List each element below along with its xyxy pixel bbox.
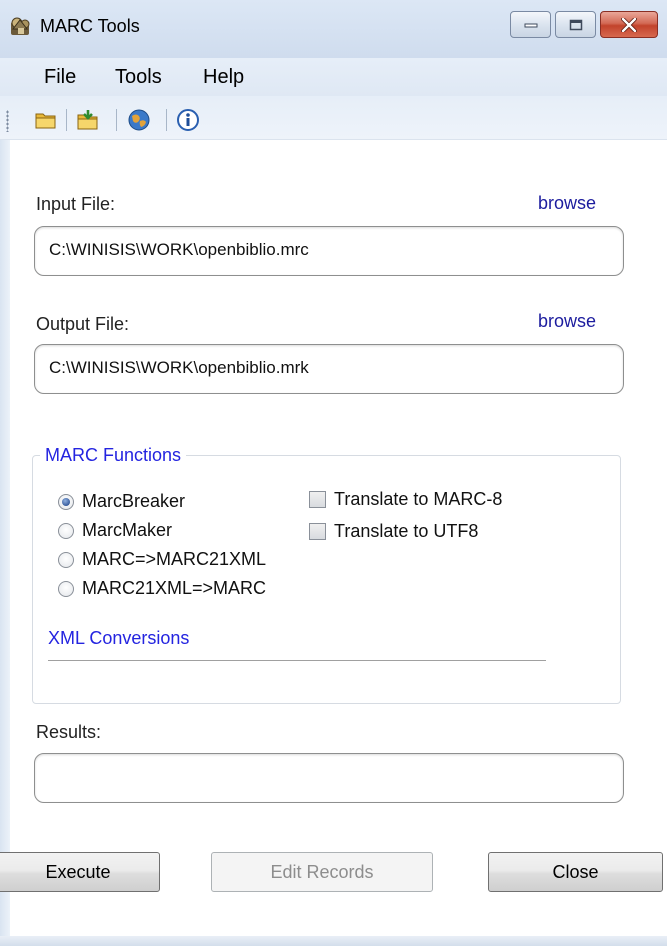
- output-file-input[interactable]: [49, 358, 609, 378]
- window-title: MARC Tools: [40, 16, 140, 36]
- input-file-field[interactable]: [34, 226, 624, 276]
- window-bottom-border: [0, 936, 667, 946]
- radio-label: MARC21XML=>MARC: [82, 578, 267, 598]
- checkbox-translate-utf8[interactable]: Translate to UTF8: [309, 521, 478, 542]
- checkbox-translate-marc8[interactable]: Translate to MARC-8: [309, 489, 502, 510]
- title-bar[interactable]: MARC Tools: [0, 0, 667, 58]
- maximize-icon: [569, 19, 582, 30]
- output-file-field[interactable]: [34, 344, 624, 394]
- menu-file[interactable]: File: [44, 66, 76, 89]
- radio-button-checked[interactable]: [58, 493, 74, 510]
- toolbar-separator: [66, 109, 67, 131]
- checkbox-label: Translate to MARC-8: [334, 489, 503, 509]
- radio-marcbreaker[interactable]: MarcBreaker: [58, 491, 185, 512]
- close-button[interactable]: Close: [488, 852, 663, 892]
- minimize-icon: [524, 23, 537, 27]
- results-field[interactable]: [34, 753, 624, 803]
- radio-button[interactable]: [58, 551, 74, 568]
- toolbar-separator: [166, 109, 167, 131]
- radio-label: MARC=>MARC21XML: [82, 549, 267, 569]
- marc-tools-window: MARC Tools File Tools Help Input File: b…: [0, 0, 667, 946]
- input-file-label: Input File:: [36, 194, 116, 214]
- menu-tools[interactable]: Tools: [115, 66, 162, 89]
- results-label: Results:: [36, 722, 102, 742]
- execute-button[interactable]: Execute: [0, 852, 160, 892]
- input-file-input[interactable]: [49, 240, 609, 260]
- radio-marcmaker[interactable]: MarcMaker: [58, 520, 172, 541]
- menu-help[interactable]: Help: [203, 66, 244, 89]
- radio-button[interactable]: [58, 522, 74, 539]
- xml-conversions-divider: [48, 660, 546, 662]
- open-folder-icon[interactable]: [34, 108, 58, 132]
- edit-records-button: Edit Records: [211, 852, 433, 892]
- save-folder-icon[interactable]: [76, 108, 100, 132]
- output-file-label: Output File:: [36, 314, 130, 334]
- radio-marc21xml-to-marc[interactable]: MARC21XML=>MARC: [58, 578, 266, 599]
- marc-functions-title: MARC Functions: [40, 445, 187, 466]
- close-window-button[interactable]: [600, 11, 658, 38]
- minimize-button[interactable]: [510, 11, 551, 38]
- globe-icon[interactable]: [127, 108, 151, 132]
- output-browse-link[interactable]: browse: [538, 311, 596, 332]
- xml-conversions-title: XML Conversions: [48, 628, 190, 648]
- radio-button[interactable]: [58, 580, 74, 597]
- close-icon: [621, 17, 637, 32]
- radio-label: MarcMaker: [82, 520, 173, 540]
- info-icon[interactable]: [176, 108, 200, 132]
- radio-label: MarcBreaker: [82, 491, 186, 511]
- menu-bar: [0, 58, 667, 96]
- input-browse-link[interactable]: browse: [538, 193, 596, 214]
- radio-marc-to-marc21xml[interactable]: MARC=>MARC21XML: [58, 549, 266, 570]
- maximize-button[interactable]: [555, 11, 596, 38]
- checkbox[interactable]: [309, 491, 326, 508]
- toolbar-grip[interactable]: [6, 110, 9, 132]
- toolbar: [0, 96, 667, 140]
- app-icon: [11, 17, 30, 35]
- toolbar-separator: [116, 109, 117, 131]
- checkbox[interactable]: [309, 523, 326, 540]
- checkbox-label: Translate to UTF8: [334, 521, 479, 541]
- results-input[interactable]: [49, 767, 609, 787]
